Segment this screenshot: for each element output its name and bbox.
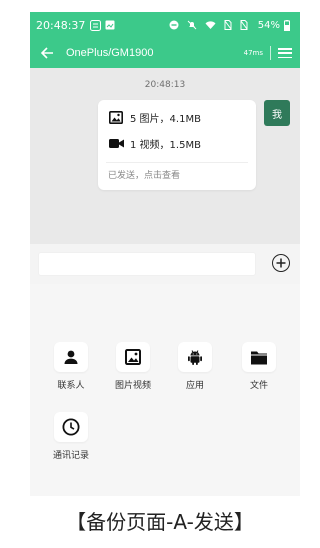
tool-images-videos[interactable]: 图片视频 (108, 342, 158, 391)
avatar: 我 (264, 100, 290, 126)
input-row (30, 244, 300, 284)
clock-icon (54, 412, 88, 442)
appbar-divider (270, 46, 271, 60)
battery-icon (284, 19, 290, 31)
tool-apps[interactable]: 应用 (170, 342, 220, 391)
status-time: 20:48:37 (36, 18, 86, 32)
page-caption: 【备份页面-A-发送】 (66, 510, 254, 534)
sent-message-bubble[interactable]: 5 图片，4.1MB 1 视频，1.5MB 已发送，点击查看 (98, 100, 256, 190)
message-input[interactable] (38, 252, 256, 276)
videos-summary-row: 1 视频，1.5MB (108, 136, 201, 151)
no-sim-icon-2 (240, 20, 248, 30)
chat-timestamp: 20:48:13 (144, 80, 186, 90)
phone-screen: 20:48:37 54% OnePlus/GM1900 47ms 20:48:1… (30, 12, 300, 496)
image-icon (108, 111, 124, 125)
notification-app-icon (90, 19, 102, 31)
latency-readout: 47ms (243, 49, 263, 57)
menu-icon[interactable] (278, 46, 292, 60)
mute-bell-icon (187, 20, 197, 30)
battery-percent: 54% (257, 19, 280, 31)
android-icon (178, 342, 212, 372)
tool-files[interactable]: 文件 (234, 342, 284, 391)
status-bar: 20:48:37 54% (30, 12, 300, 38)
tool-label: 图片视频 (114, 381, 151, 391)
image-icon (116, 342, 150, 372)
add-button[interactable] (272, 254, 290, 272)
tool-label: 通讯记录 (52, 451, 89, 461)
gallery-notification-icon (105, 20, 115, 30)
wifi-icon (205, 20, 216, 30)
folder-icon (242, 342, 276, 372)
app-bar: OnePlus/GM1900 47ms (30, 38, 300, 68)
do-not-disturb-icon (169, 20, 179, 30)
device-title: OnePlus/GM1900 (66, 47, 154, 59)
no-sim-icon (224, 20, 232, 30)
attachment-panel: 联系人 图片视频 应用 文件 通讯记录 (30, 284, 300, 496)
bubble-divider (106, 162, 248, 163)
chat-area: 20:48:13 5 图片，4.1MB 1 视频，1.5MB 已发送，点击查看 … (30, 68, 300, 244)
tool-call-log[interactable]: 通讯记录 (46, 412, 96, 461)
images-summary-text: 5 图片，4.1MB (130, 114, 201, 125)
message-status[interactable]: 已发送，点击查看 (108, 168, 180, 181)
images-summary-row: 5 图片，4.1MB (108, 110, 201, 125)
video-camera-icon (108, 137, 124, 151)
tool-label: 应用 (185, 381, 204, 391)
tool-label: 文件 (249, 381, 268, 391)
videos-summary-text: 1 视频，1.5MB (130, 140, 201, 151)
back-arrow-icon[interactable] (38, 44, 56, 62)
person-icon (54, 342, 88, 372)
tool-label: 联系人 (57, 381, 85, 391)
tool-contacts[interactable]: 联系人 (46, 342, 96, 391)
plus-icon (276, 258, 286, 268)
